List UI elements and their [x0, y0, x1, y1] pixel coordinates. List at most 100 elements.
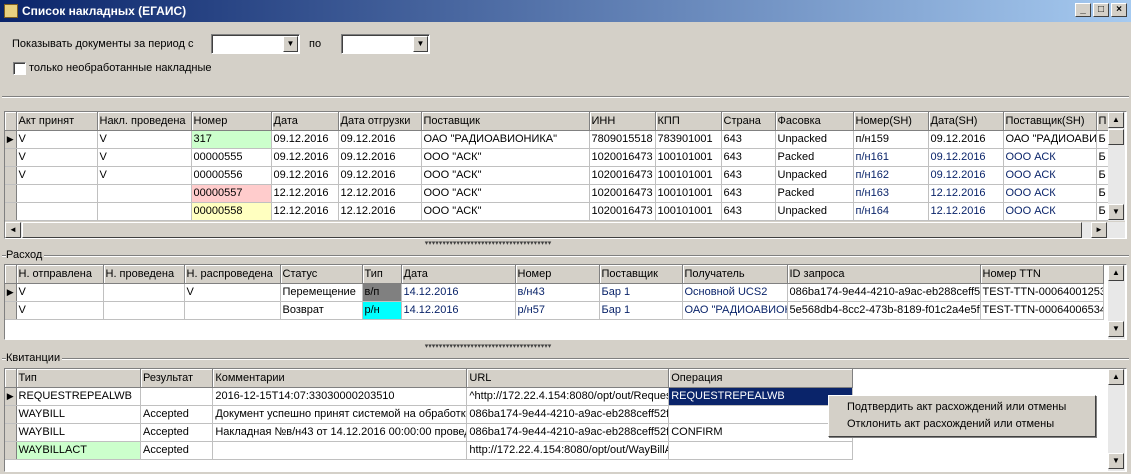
- table-cell[interactable]: Accepted: [140, 441, 214, 460]
- table-cell[interactable]: 100101001: [655, 202, 722, 221]
- column-header[interactable]: Дата: [401, 265, 516, 284]
- row-indicator[interactable]: [5, 441, 17, 460]
- invoices-hscrollbar[interactable]: ◄ ►: [5, 221, 1125, 238]
- column-header[interactable]: URL: [466, 369, 670, 388]
- invoices-vscrollbar[interactable]: ▲ ▼: [1108, 112, 1125, 222]
- column-header[interactable]: Номер: [191, 112, 272, 131]
- table-cell[interactable]: ООО АСК: [1003, 166, 1097, 185]
- table-cell[interactable]: [140, 387, 214, 406]
- table-cell[interactable]: 783901001: [655, 130, 722, 149]
- table-cell[interactable]: 643: [721, 184, 776, 203]
- table-cell[interactable]: в/п: [362, 283, 402, 302]
- table-cell[interactable]: ОАО "РАДИОАВИ: [1003, 130, 1097, 149]
- column-header[interactable]: Накл. проведена: [97, 112, 192, 131]
- minimize-button[interactable]: _: [1075, 3, 1091, 17]
- table-cell[interactable]: V: [16, 148, 98, 167]
- table-cell[interactable]: Packed: [775, 148, 854, 167]
- table-cell[interactable]: REQUESTREPEALWB: [16, 387, 142, 406]
- table-row[interactable]: V Возврат р/н 14.12.2016 р/н57 Бар 1 ОАО "РАДИ…: [5, 301, 1104, 320]
- table-cell[interactable]: п/н159: [853, 130, 929, 149]
- table-cell[interactable]: 00000555: [191, 148, 272, 167]
- table-cell[interactable]: 086ba174-9e44-4210-a9ac-eb288ceff52f: [466, 405, 670, 424]
- table-cell[interactable]: п/н164: [853, 202, 929, 221]
- table-cell[interactable]: 100101001: [655, 148, 722, 167]
- column-header[interactable]: Н. отправлена: [16, 265, 104, 284]
- table-cell[interactable]: Accepted: [140, 423, 214, 442]
- table-cell[interactable]: п/н163: [853, 184, 929, 203]
- table-cell[interactable]: ООО АСК: [1003, 202, 1097, 221]
- table-cell[interactable]: [97, 202, 192, 221]
- table-cell[interactable]: Бар 1: [599, 283, 683, 302]
- table-cell[interactable]: Unpacked: [775, 130, 854, 149]
- chevron-down-icon[interactable]: ▼: [413, 36, 428, 52]
- table-cell[interactable]: 100101001: [655, 184, 722, 203]
- table-cell[interactable]: ООО "АСК": [421, 184, 590, 203]
- column-header[interactable]: ИНН: [589, 112, 656, 131]
- table-cell[interactable]: V: [16, 166, 98, 185]
- table-cell[interactable]: Накладная №в/н43 от 14.12.2016 00:00:00 …: [212, 423, 468, 442]
- current-row-arrow-icon[interactable]: ▶: [5, 283, 17, 302]
- table-cell[interactable]: ОАО "РАДИОАВИОНИКА": [421, 130, 590, 149]
- splitter-grip[interactable]: ▾▾▾▾▾▾▾▾▾▾▾▾▾▾▾▾▾▾▾▾▾▾▾▾▾▾▾▾▾▾▾▾▾▾▾▾: [398, 343, 578, 351]
- table-cell[interactable]: 12.12.2016: [338, 202, 422, 221]
- table-cell[interactable]: 1020016473: [589, 184, 656, 203]
- table-cell[interactable]: 086ba174-9e44-4210-a9ac-eb288ceff52f: [466, 423, 670, 442]
- splitter-grip[interactable]: ▾▾▾▾▾▾▾▾▾▾▾▾▾▾▾▾▾▾▾▾▾▾▾▾▾▾▾▾▾▾▾▾▾▾▾▾: [398, 240, 578, 248]
- menu-item-confirm-act[interactable]: Подтвердить акт расхождений или отмены: [847, 401, 1066, 413]
- table-cell[interactable]: Бар 1: [599, 301, 683, 320]
- table-cell[interactable]: TEST-TTN-00064006534: [980, 301, 1104, 320]
- column-header[interactable]: Акт принят: [16, 112, 98, 131]
- table-cell[interactable]: CONFIRM: [668, 423, 853, 442]
- table-cell[interactable]: 086ba174-9e44-4210-a9ac-eb288ceff52f: [787, 283, 981, 302]
- table-cell[interactable]: ^http://172.22.4.154:8080/opt/out/Reques…: [466, 387, 670, 406]
- scroll-up-icon[interactable]: ▲: [1108, 265, 1124, 281]
- table-row[interactable]: WAYBILLACT Accepted http://172.22.4.154:80…: [5, 441, 853, 460]
- table-cell[interactable]: [212, 441, 468, 460]
- table-cell[interactable]: 7809015518: [589, 130, 656, 149]
- table-cell[interactable]: V: [97, 148, 192, 167]
- table-cell[interactable]: V: [16, 301, 104, 320]
- table-cell[interactable]: [103, 283, 185, 302]
- current-row-arrow-icon[interactable]: ▶: [5, 387, 17, 406]
- scroll-down-icon[interactable]: ▼: [1108, 453, 1124, 469]
- scroll-thumb[interactable]: [22, 222, 1082, 238]
- table-cell[interactable]: ООО АСК: [1003, 184, 1097, 203]
- column-header[interactable]: Результат: [140, 369, 214, 388]
- table-row[interactable]: WAYBILL Accepted Документ успешно принят с…: [5, 405, 853, 424]
- table-cell[interactable]: 00000558: [191, 202, 272, 221]
- table-cell[interactable]: 643: [721, 202, 776, 221]
- table-row[interactable]: 00000557 12.12.2016 12.12.2016 ООО "АСК" 102…: [5, 184, 1120, 203]
- table-cell[interactable]: V: [97, 166, 192, 185]
- table-cell[interactable]: 12.12.2016: [928, 202, 1004, 221]
- table-cell[interactable]: п/н161: [853, 148, 929, 167]
- table-cell[interactable]: 1020016473: [589, 148, 656, 167]
- receipts-vscrollbar[interactable]: ▲ ▼: [1108, 369, 1125, 471]
- table-cell[interactable]: Accepted: [140, 405, 214, 424]
- maximize-button[interactable]: □: [1093, 3, 1109, 17]
- chevron-down-icon[interactable]: ▼: [283, 36, 298, 52]
- table-cell[interactable]: 5e568db4-8cc2-473b-8189-f01c2a4e5f7c: [787, 301, 981, 320]
- column-header[interactable]: Тип: [16, 369, 142, 388]
- row-indicator[interactable]: [5, 405, 17, 424]
- table-row[interactable]: V V 00000555 09.12.2016 09.12.2016 ООО "АСК" 1…: [5, 148, 1120, 167]
- menu-item-reject-act[interactable]: Отклонить акт расхождений или отмены: [847, 418, 1054, 430]
- table-cell[interactable]: [184, 301, 281, 320]
- column-header[interactable]: Дата: [271, 112, 339, 131]
- table-cell[interactable]: V: [16, 130, 98, 149]
- only-unprocessed-checkbox[interactable]: [13, 62, 26, 75]
- column-header[interactable]: Номер(SH): [853, 112, 929, 131]
- scroll-right-icon[interactable]: ►: [1091, 222, 1107, 238]
- table-cell[interactable]: 12.12.2016: [271, 184, 339, 203]
- table-row[interactable]: 00000558 12.12.2016 12.12.2016 ООО "АСК" 102…: [5, 202, 1120, 221]
- column-header[interactable]: Комментарии: [212, 369, 468, 388]
- current-row-arrow-icon[interactable]: ▶: [5, 130, 17, 149]
- table-cell[interactable]: п/н162: [853, 166, 929, 185]
- table-cell[interactable]: 09.12.2016: [338, 166, 422, 185]
- scroll-down-icon[interactable]: ▼: [1108, 321, 1124, 337]
- row-indicator[interactable]: [5, 184, 17, 203]
- table-cell[interactable]: р/н57: [515, 301, 600, 320]
- column-header[interactable]: ID запроса: [787, 265, 981, 284]
- scroll-up-icon[interactable]: ▲: [1108, 369, 1124, 385]
- row-indicator[interactable]: [5, 148, 17, 167]
- column-header[interactable]: Н. проведена: [103, 265, 185, 284]
